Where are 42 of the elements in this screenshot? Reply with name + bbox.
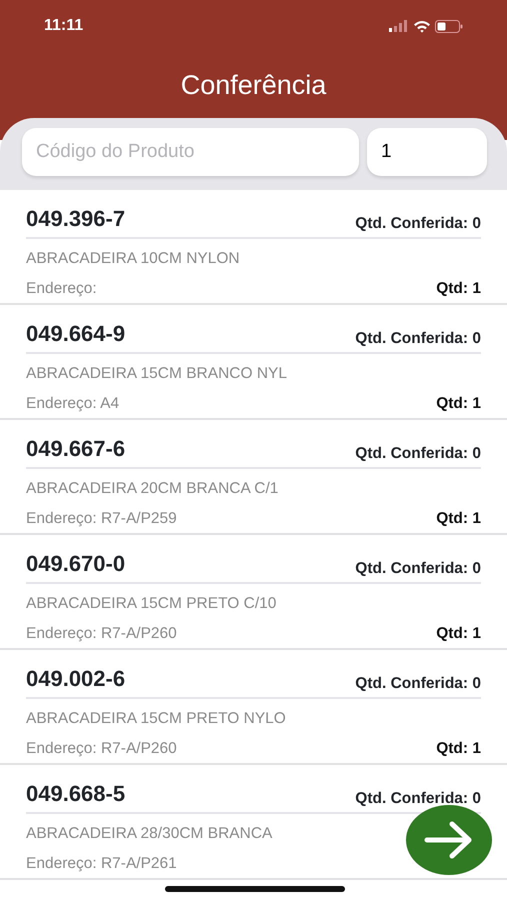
product-row[interactable]: 049.670-0 Qtd. Conferida: 0 ABRACADEIRA 15CM PRETO C/10 Endereço: R7-A/P260 Qtd: 1 — [0, 535, 507, 650]
wifi-icon — [413, 20, 431, 32]
product-address: Endereço: R7-A/P260 — [26, 624, 177, 644]
product-row[interactable]: 049.667-6 Qtd. Conferida: 0 ABRACADEIRA 20CM BRANCA C/1 Endereço: R7-A/P259 Qtd: 1 — [0, 420, 507, 535]
product-description: ABRACADEIRA 15CM BRANCO NYL — [26, 365, 287, 382]
quantity-label: Qtd: 1 — [436, 624, 481, 644]
page-title: Conferência — [180, 69, 328, 102]
product-code: 049.670-0 — [26, 550, 126, 578]
product-address: Endereço: R7-A/P259 — [26, 509, 177, 530]
checked-quantity: Qtd. Conferida: 0 — [355, 558, 481, 579]
checked-quantity: Qtd. Conferida: 0 — [355, 444, 481, 464]
checked-quantity: Qtd. Conferida: 0 — [355, 214, 481, 234]
status-time: 11:11 — [44, 16, 84, 36]
product-row[interactable]: 049.396-7 Qtd. Conferida: 0 ABRACADEIRA 10CM NYLON Endereço: Qtd: 1 — [0, 190, 507, 305]
product-address: Endereço: R7-A/P260 — [26, 739, 177, 760]
product-description: ABRACADEIRA 15CM PRETO NYLO — [26, 710, 286, 727]
product-row[interactable]: 049.664-9 Qtd. Conferida: 0 ABRACADEIRA 15CM BRANCO NYL Endereço: A4 Qtd: 1 — [0, 305, 507, 420]
arrow-right-icon — [424, 820, 474, 860]
product-row[interactable]: 049.002-6 Qtd. Conferida: 0 ABRACADEIRA 15CM PRETO NYLO Endereço: R7-A/P260 Qtd: 1 — [0, 650, 507, 765]
checked-quantity: Qtd. Conferida: 0 — [355, 328, 481, 349]
quantity-label: Qtd: 1 — [436, 279, 481, 300]
quantity-label: Qtd: 1 — [436, 394, 481, 414]
product-code: 049.667-6 — [26, 435, 126, 463]
checked-quantity: Qtd. Conferida: 0 — [355, 674, 481, 694]
quantity-label: Qtd: 1 — [436, 509, 481, 530]
product-code: 049.396-7 — [26, 205, 126, 233]
product-description: ABRACADEIRA 10CM NYLON — [26, 250, 240, 267]
product-address: Endereço: A4 — [26, 394, 120, 414]
product-code-field[interactable]: Código do Produto — [22, 128, 359, 176]
product-description: ABRACADEIRA 15CM PRETO C/10 — [26, 595, 276, 612]
product-description: ABRACADEIRA 20CM BRANCA C/1 — [26, 480, 278, 497]
quantity-field[interactable]: 1 — [367, 128, 487, 176]
battery-icon — [435, 20, 463, 32]
product-description: ABRACADEIRA 28/30CM BRANCA — [26, 825, 272, 842]
product-code: 049.664-9 — [26, 320, 126, 348]
product-address: Endereço: R7-A/P261 — [26, 854, 177, 874]
quantity-label: Qtd: 1 — [436, 739, 481, 760]
product-address: Endereço: — [26, 279, 97, 300]
product-code: 049.668-5 — [26, 780, 126, 808]
checked-quantity: Qtd. Conferida: 0 — [355, 788, 481, 809]
signal-icon — [389, 20, 409, 32]
product-code: 049.002-6 — [26, 665, 126, 693]
